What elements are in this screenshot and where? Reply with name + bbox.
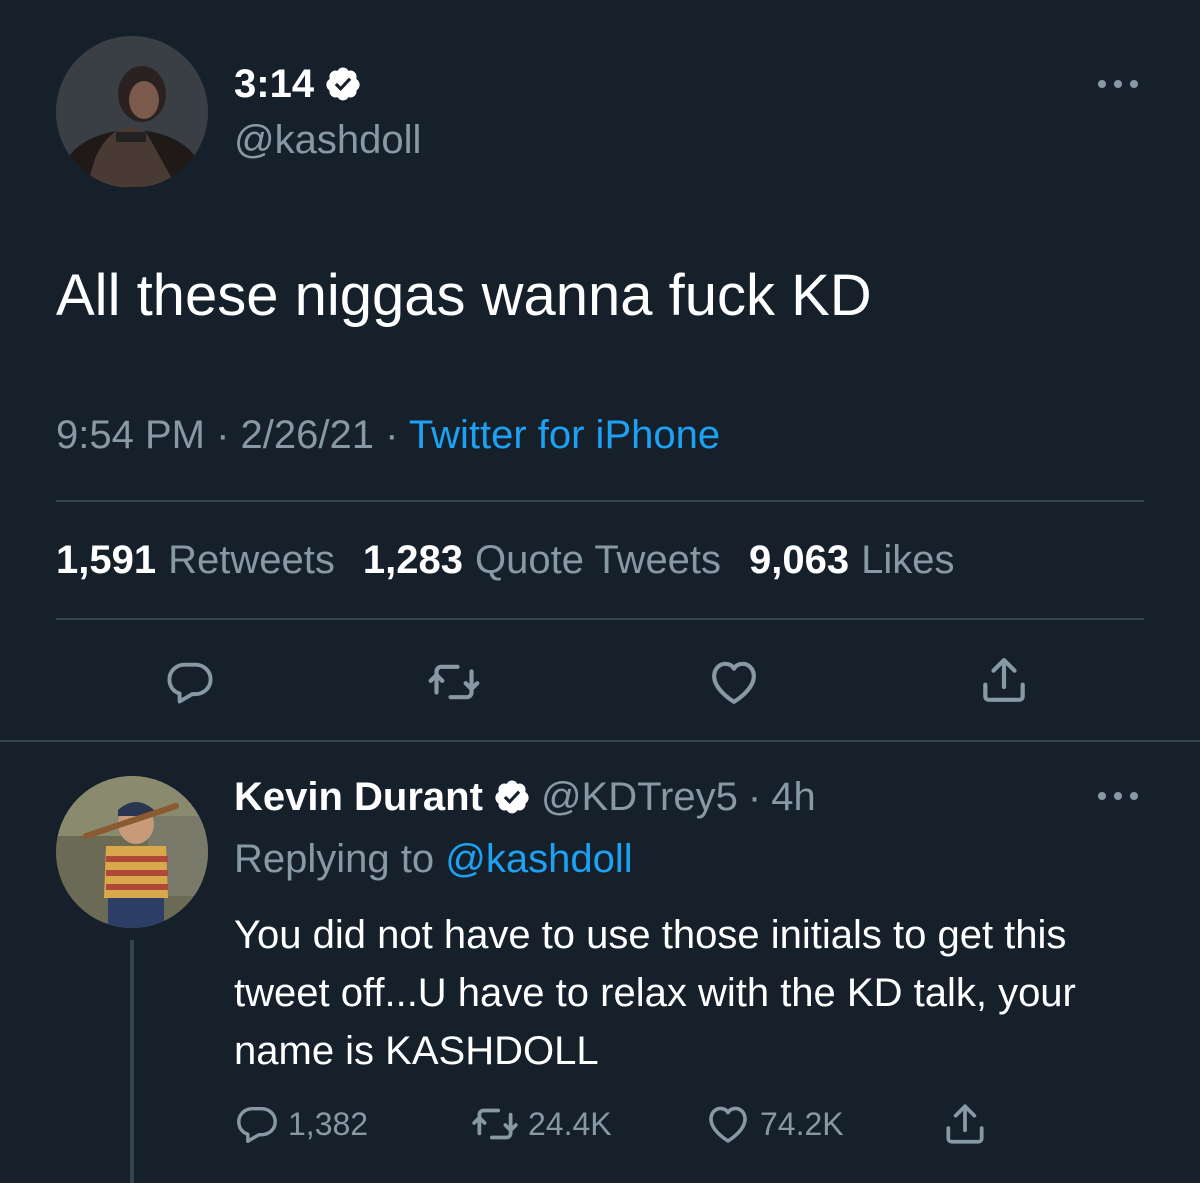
- author-display-name[interactable]: 3:14: [234, 62, 362, 106]
- reply-header: Kevin Durant @KDTrey5 · 4h: [234, 774, 816, 820]
- reply-text: You did not have to use those initials t…: [234, 913, 1076, 1073]
- reply-author-name[interactable]: Kevin Durant: [234, 774, 483, 820]
- reply-icon: [237, 1106, 277, 1143]
- share-icon: [946, 1104, 984, 1144]
- tweet-text: All these niggas wanna fuck KD: [56, 263, 872, 328]
- retweet-icon: [472, 1108, 518, 1140]
- meta-separator: ·: [747, 775, 762, 819]
- meta-separator: ·: [385, 413, 399, 457]
- verified-badge-icon: [495, 780, 529, 814]
- quote-tweets-count: 1,283: [362, 538, 463, 582]
- author-handle[interactable]: @kashdoll: [234, 118, 421, 162]
- author-avatar[interactable]: [56, 36, 208, 188]
- retweet-button[interactable]: 24.4K: [470, 1098, 612, 1150]
- retweet-icon: [428, 664, 480, 700]
- replying-to-label: Replying to: [234, 837, 435, 881]
- retweet-count: 24.4K: [528, 1105, 612, 1142]
- retweets-count: 1,591: [56, 538, 157, 582]
- like-count: 74.2K: [760, 1105, 844, 1142]
- replying-to: Replying to @kashdoll: [234, 836, 633, 882]
- heart-icon: [709, 1106, 747, 1143]
- share-button[interactable]: [976, 652, 1032, 708]
- verified-badge-icon: [326, 67, 360, 101]
- retweets-label: Retweets: [168, 538, 335, 582]
- retweets-stat[interactable]: 1,591 Retweets: [56, 536, 335, 584]
- avatar-photo: [56, 776, 208, 928]
- more-options-icon[interactable]: [1098, 790, 1138, 802]
- likes-label: Likes: [861, 538, 955, 582]
- replying-to-mention[interactable]: @kashdoll: [445, 837, 632, 881]
- divider: [56, 618, 1144, 620]
- reply-count: 1,382: [288, 1105, 369, 1142]
- reply-timestamp[interactable]: 4h: [771, 774, 816, 820]
- tweet-source-link[interactable]: Twitter for iPhone: [409, 413, 720, 457]
- tweet-metadata: 9:54 PM · 2/26/21 · Twitter for iPhone: [56, 412, 720, 458]
- tweet-time[interactable]: 9:54 PM: [56, 413, 205, 457]
- like-button[interactable]: [706, 654, 762, 710]
- thread-connector-line: [130, 940, 134, 1183]
- reply-icon: [167, 662, 213, 704]
- tweet-stats: 1,591 Retweets 1,283 Quote Tweets 9,063 …: [56, 536, 969, 584]
- more-options-icon[interactable]: [1098, 78, 1138, 90]
- reply-button[interactable]: [162, 654, 218, 710]
- retweet-button[interactable]: [426, 654, 482, 710]
- like-button[interactable]: 74.2K: [704, 1098, 844, 1150]
- share-icon: [983, 658, 1025, 702]
- heart-icon: [712, 661, 756, 704]
- meta-separator: ·: [216, 413, 230, 457]
- author-name-text[interactable]: 3:14: [234, 62, 314, 106]
- tweet-detail-view: 3:14 @kashdoll All these niggas wanna fu…: [0, 0, 1200, 1183]
- reply-author-handle[interactable]: @KDTrey5: [541, 774, 738, 820]
- tweet-date[interactable]: 2/26/21: [241, 413, 374, 457]
- reply-author-avatar[interactable]: [56, 776, 208, 928]
- divider: [56, 500, 1144, 502]
- likes-count: 9,063: [749, 538, 850, 582]
- section-divider: [0, 740, 1200, 742]
- likes-stat[interactable]: 9,063 Likes: [749, 536, 955, 584]
- avatar-photo: [56, 36, 208, 188]
- reply-button[interactable]: 1,382: [234, 1098, 368, 1150]
- quote-tweets-stat[interactable]: 1,283 Quote Tweets: [363, 536, 721, 584]
- quote-tweets-label: Quote Tweets: [474, 538, 722, 582]
- share-button[interactable]: [940, 1098, 990, 1150]
